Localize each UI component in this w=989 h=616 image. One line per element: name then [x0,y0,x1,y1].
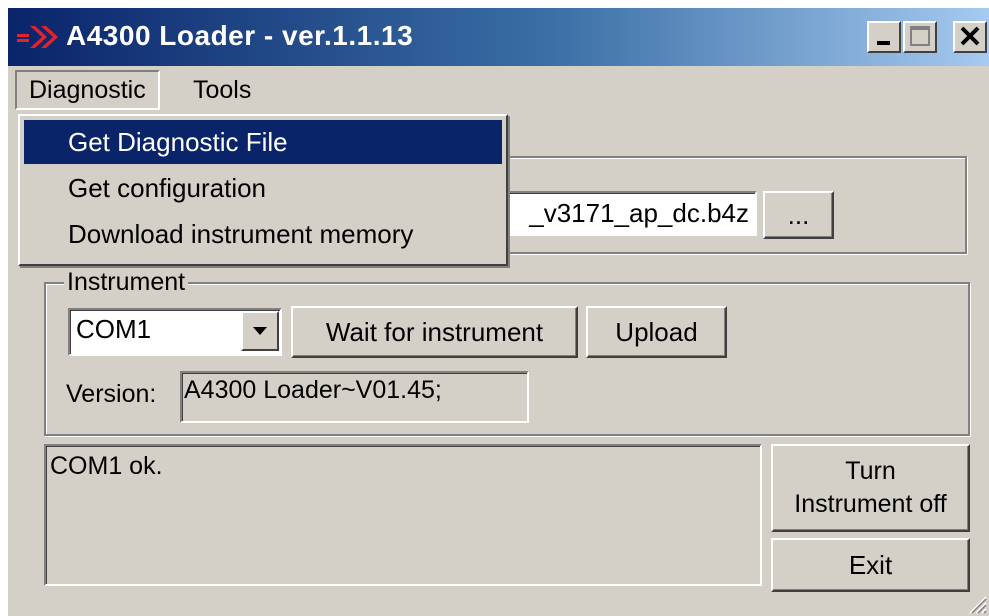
turn-off-line2: Instrument off [794,490,947,518]
minimize-button[interactable] [867,21,901,53]
version-field: A4300 Loader~V01.45; [180,371,529,423]
menu-diagnostic[interactable]: Diagnostic [15,70,160,110]
resize-grip-icon[interactable] [965,592,987,614]
chevron-down-icon [253,327,267,335]
port-select-value: COM1 [76,314,152,344]
minimize-icon [877,41,890,45]
close-button[interactable] [953,21,987,53]
menu-tools[interactable]: Tools [181,70,263,110]
turn-off-line1: Turn [845,457,896,485]
menu-item-get-diagnostic-file[interactable]: Get Diagnostic File [24,120,502,164]
turn-instrument-off-button[interactable]: Turn Instrument off [771,444,970,532]
menu-item-get-configuration[interactable]: Get configuration [24,166,502,210]
log-output: COM1 ok. [44,444,762,586]
maximize-icon [910,26,930,46]
main-window: A4300 Loader - ver.1.1.13 Diagnostic Too… [8,8,989,616]
close-icon [960,26,980,46]
double-chevron-logo-icon [17,26,58,48]
title-bar[interactable]: A4300 Loader - ver.1.1.13 [8,8,989,66]
browse-button[interactable]: ... [763,191,834,239]
wait-for-instrument-button[interactable]: Wait for instrument [291,306,578,358]
log-text: COM1 ok. [50,452,163,480]
version-label: Version: [66,380,157,408]
port-select[interactable]: COM1 [68,308,282,356]
port-dropdown-button[interactable] [241,311,279,351]
upload-button[interactable]: Upload [586,306,727,358]
diagnostic-dropdown-menu: Get Diagnostic File Get configuration Do… [18,114,508,266]
exit-button[interactable]: Exit [771,538,970,592]
window-title: A4300 Loader - ver.1.1.13 [66,20,414,51]
menu-item-download-instrument-memory[interactable]: Download instrument memory [24,212,502,256]
maximize-button[interactable] [903,21,937,53]
instrument-group-label: Instrument [64,268,189,296]
file-path-field[interactable]: _v3171_ap_dc.b4z [478,191,757,236]
menu-bar: Diagnostic Tools [8,66,989,114]
